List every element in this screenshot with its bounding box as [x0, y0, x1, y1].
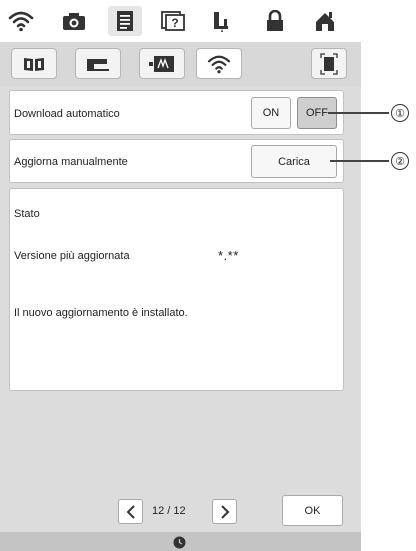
lock-tab[interactable]	[258, 6, 292, 36]
subtab-manual[interactable]	[11, 48, 57, 79]
home-tab[interactable]	[308, 6, 342, 36]
latest-version-label: Versione più aggiornata	[14, 250, 130, 262]
clock-icon	[173, 536, 186, 549]
help-tab[interactable]: ?	[156, 6, 190, 36]
wifi-tab[interactable]	[4, 6, 38, 36]
needle-tab[interactable]	[205, 6, 239, 36]
ok-button[interactable]: OK	[282, 495, 343, 526]
callout-2: ②	[391, 152, 409, 170]
auto-download-label: Download automatico	[14, 108, 120, 120]
screen-capture-button[interactable]	[311, 48, 347, 79]
callout-line-2	[330, 160, 389, 162]
chevron-right-icon	[220, 504, 229, 519]
settings-screen: ? Download automatico ON OFF Aggiorna ma…	[0, 0, 361, 551]
top-tab-bar: ?	[0, 0, 361, 43]
help-icon: ?	[161, 11, 185, 31]
manual-update-row: Aggiorna manualmente Carica	[9, 139, 344, 183]
chevron-left-icon	[126, 504, 135, 519]
load-button[interactable]: Carica	[251, 145, 337, 178]
camera-tab[interactable]	[57, 6, 91, 36]
camera-icon	[63, 13, 85, 30]
sub-tab-bar	[0, 42, 361, 86]
screenshot-icon	[320, 52, 338, 75]
svg-text:?: ?	[171, 16, 178, 30]
status-bar	[0, 532, 361, 551]
on-button[interactable]: ON	[251, 97, 291, 129]
machine-icon	[87, 58, 109, 71]
subtab-wireless[interactable]	[196, 48, 242, 79]
home-icon	[316, 12, 334, 31]
document-icon	[117, 11, 133, 31]
subtab-machine[interactable]	[75, 48, 121, 79]
lock-icon	[267, 10, 283, 31]
subtab-embroidery[interactable]	[139, 48, 185, 79]
next-page-button[interactable]	[212, 499, 237, 524]
wifi-icon	[8, 11, 34, 32]
embroidery-card-icon	[149, 55, 174, 72]
callout-1: ①	[391, 104, 409, 122]
callout-line-1	[328, 112, 389, 114]
page-indicator: 12 / 12	[152, 505, 186, 517]
status-message: Il nuovo aggiornamento è installato.	[14, 307, 188, 319]
book-icon	[24, 57, 44, 71]
settings-page-tab[interactable]	[108, 6, 142, 36]
auto-download-row: Download automatico ON OFF	[9, 90, 344, 135]
latest-version-value: *.**	[218, 248, 239, 263]
manual-update-label: Aggiorna manualmente	[14, 156, 128, 168]
status-title: Stato	[14, 208, 40, 220]
needle-icon	[214, 12, 228, 32]
previous-page-button[interactable]	[118, 499, 143, 524]
wifi-icon	[207, 55, 231, 73]
status-panel: Stato Versione più aggiornata *.** Il nu…	[9, 188, 344, 391]
